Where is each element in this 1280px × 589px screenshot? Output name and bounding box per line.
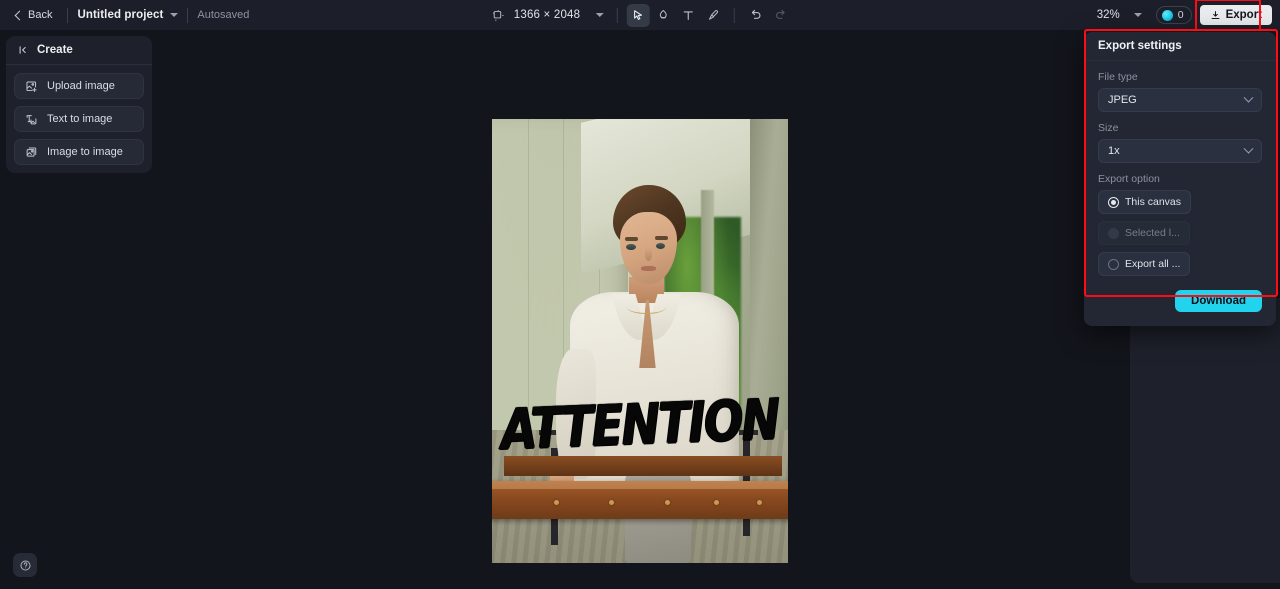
export-option-label-text: Selected l...	[1125, 227, 1180, 239]
export-footer: Download	[1098, 290, 1262, 312]
create-panel-items: Upload image Text to image Image to imag…	[6, 65, 152, 165]
person-brow	[654, 235, 668, 240]
chevron-left-icon	[14, 10, 25, 20]
sidebar-item-image-to-image[interactable]: Image to image	[14, 139, 144, 165]
bench-rail-highlight	[492, 480, 788, 490]
bench-stud	[609, 500, 615, 506]
divider	[187, 7, 189, 23]
bench-stud	[664, 500, 670, 506]
toolbar-right-group: 32% 0 Export	[1091, 0, 1272, 31]
export-button-wrap: Export	[1194, 0, 1272, 31]
person-eye	[655, 242, 666, 249]
create-panel: Create Upload image Text to image Image …	[6, 36, 152, 173]
app-root: ATTENTION Back Untitled project Autosave…	[0, 0, 1280, 589]
collapse-panel-icon[interactable]	[18, 44, 30, 56]
person-eye	[626, 243, 636, 250]
redo-button[interactable]	[769, 4, 792, 27]
radio-icon	[1108, 196, 1119, 208]
back-button[interactable]: Back	[10, 6, 58, 24]
history-group	[744, 4, 792, 27]
person-nose	[644, 248, 653, 261]
export-option-group: This canvas Selected l... Export all ...	[1098, 190, 1262, 276]
size-value: 1x	[1108, 145, 1120, 157]
bench-stud	[553, 500, 559, 506]
export-settings-popover: Export settings File type JPEG Size 1x E…	[1084, 32, 1276, 326]
toolbar-center-group: 1366 × 2048	[488, 0, 792, 30]
canvas-size-chip[interactable]: 1366 × 2048	[488, 9, 608, 22]
sidebar-item-label: Upload image	[47, 80, 115, 92]
coin-icon	[1161, 9, 1173, 21]
person-necklace	[627, 300, 666, 314]
download-button[interactable]: Download	[1175, 290, 1262, 312]
bench-rail	[492, 480, 788, 519]
credits-indicator[interactable]: 0	[1155, 6, 1192, 24]
export-option-selected-layers: Selected l...	[1098, 221, 1190, 245]
export-option-label-text: This canvas	[1125, 196, 1182, 208]
radio-icon	[1108, 258, 1119, 270]
chevron-down-icon[interactable]	[170, 13, 179, 17]
bench-stud	[713, 500, 719, 506]
file-type-value: JPEG	[1108, 94, 1137, 106]
size-select[interactable]: 1x	[1098, 139, 1262, 163]
zoom-level: 32%	[1096, 9, 1120, 21]
artboard-icon	[492, 9, 505, 22]
sidebar-item-upload-image[interactable]: Upload image	[14, 73, 144, 99]
export-settings-header: Export settings	[1084, 32, 1276, 61]
eraser-tool[interactable]	[652, 4, 675, 27]
chevron-down-icon	[1243, 143, 1254, 154]
back-label: Back	[28, 9, 53, 21]
radio-icon	[1108, 227, 1119, 239]
text-tool[interactable]	[677, 4, 700, 27]
divider	[67, 7, 69, 23]
bench-stud	[756, 500, 762, 506]
file-type-select[interactable]: JPEG	[1098, 88, 1262, 112]
brush-tool[interactable]	[702, 4, 725, 27]
create-panel-title: Create	[37, 44, 73, 56]
person-brow	[625, 236, 639, 242]
sidebar-item-label: Text to image	[47, 113, 113, 125]
download-icon	[1210, 10, 1221, 21]
chevron-down-icon[interactable]	[1133, 13, 1142, 17]
sidebar-item-label: Image to image	[47, 146, 123, 158]
attention-text-layer[interactable]: ATTENTION	[492, 386, 788, 462]
person-mouth	[641, 265, 656, 271]
right-side-panel	[1130, 298, 1280, 583]
select-tool[interactable]	[627, 3, 651, 27]
help-button[interactable]	[13, 553, 37, 577]
export-button[interactable]: Export	[1199, 5, 1272, 25]
project-name[interactable]: Untitled project	[77, 9, 163, 21]
export-settings-title: Export settings	[1098, 40, 1182, 52]
chevron-down-icon[interactable]	[596, 13, 605, 17]
canvas-size-label: 1366 × 2048	[513, 9, 581, 21]
export-option-this-canvas[interactable]: This canvas	[1098, 190, 1192, 214]
export-option-label: Export option	[1098, 173, 1160, 185]
chevron-down-icon	[1243, 92, 1254, 103]
divider	[617, 7, 619, 23]
toolbar-left-group: Back Untitled project Autosaved	[0, 0, 249, 30]
top-toolbar: Back Untitled project Autosaved 1366 × 2…	[0, 0, 1280, 31]
tool-group	[627, 3, 725, 27]
credits-count: 0	[1177, 9, 1184, 21]
image-to-image-icon	[25, 146, 38, 159]
artboard-image[interactable]: ATTENTION	[492, 119, 788, 563]
file-type-label: File type	[1098, 71, 1138, 83]
autosave-status: Autosaved	[197, 9, 250, 21]
text-to-image-icon	[25, 113, 38, 126]
export-option-export-all[interactable]: Export all ...	[1098, 252, 1191, 276]
export-settings-body: File type JPEG Size 1x Export option Thi…	[1084, 61, 1276, 326]
size-label: Size	[1098, 122, 1119, 134]
upload-image-icon	[25, 80, 38, 93]
divider	[734, 7, 736, 23]
create-panel-header[interactable]: Create	[6, 36, 152, 65]
export-label: Export	[1225, 9, 1262, 21]
undo-button[interactable]	[744, 4, 767, 27]
zoom-control[interactable]: 32%	[1091, 9, 1148, 21]
export-option-label-text: Export all ...	[1125, 258, 1181, 270]
sidebar-item-text-to-image[interactable]: Text to image	[14, 106, 144, 132]
